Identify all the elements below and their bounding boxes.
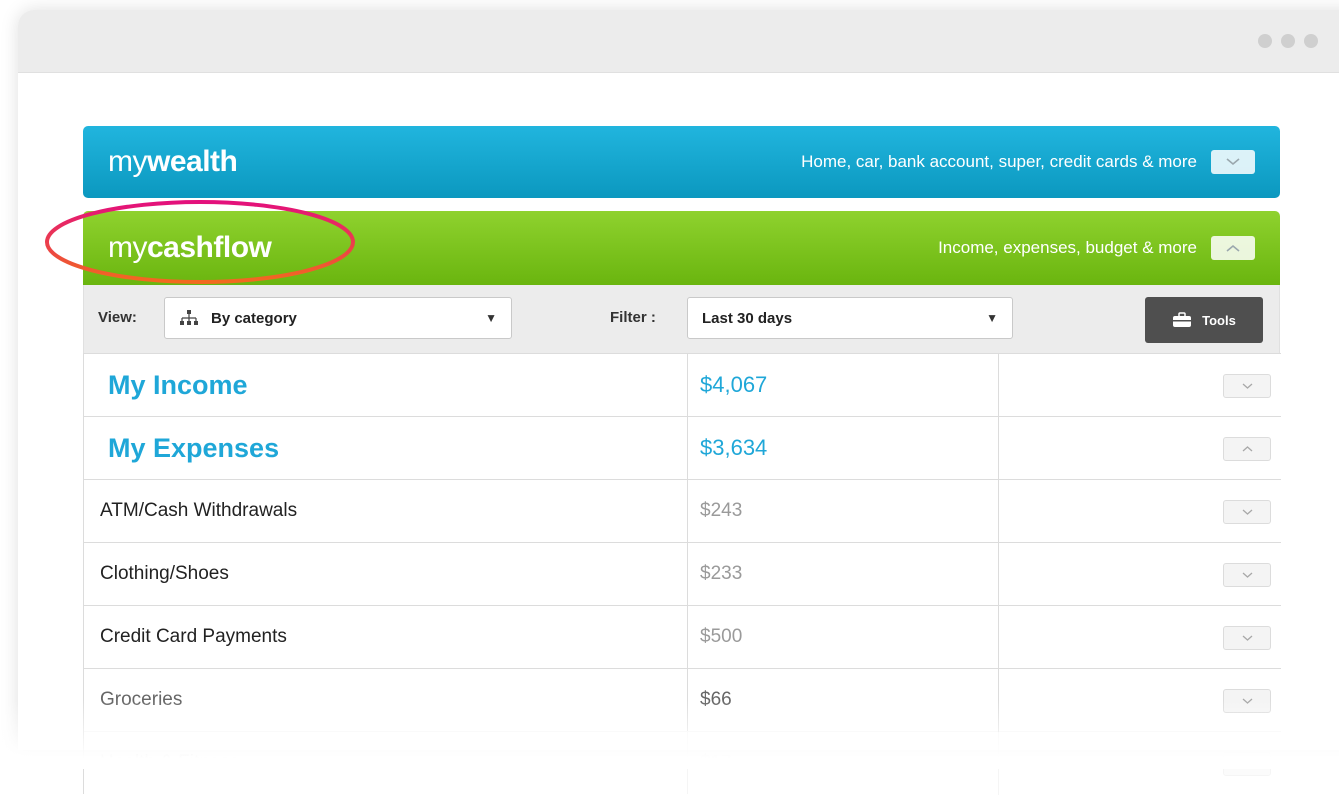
hierarchy-icon: [180, 310, 198, 325]
view-select[interactable]: By category ▼: [164, 297, 512, 339]
row-amount: $3,634: [687, 417, 767, 479]
row-expand-button[interactable]: [1223, 374, 1271, 398]
filter-select-value: Last 30 days: [702, 309, 793, 327]
row-name: Groceries: [100, 689, 183, 710]
tools-button-label: Tools: [1202, 312, 1236, 328]
row-name: Clothing/Shoes: [100, 563, 229, 584]
row-name: My Expenses: [108, 432, 280, 463]
caret-down-icon: ▼: [986, 311, 998, 325]
row-expand-button[interactable]: [1223, 563, 1271, 587]
table-row-expenses[interactable]: My Expenses $3,634: [84, 416, 1281, 480]
mycashflow-description: Income, expenses, budget & more: [938, 238, 1197, 257]
table-row[interactable]: Health & Fitness $17: [84, 731, 1281, 795]
dot-icon: [1258, 34, 1272, 48]
row-expand-button[interactable]: [1223, 689, 1271, 713]
filter-label: Filter :: [610, 309, 656, 326]
row-amount: $66: [687, 669, 732, 731]
chevron-down-icon: [1242, 698, 1252, 704]
mycashflow-collapse-button[interactable]: [1211, 236, 1255, 260]
chevron-up-icon: [1226, 244, 1240, 252]
table-row[interactable]: Clothing/Shoes $233: [84, 542, 1281, 606]
mywealth-logo: mywealth: [108, 145, 238, 179]
chevron-down-icon: [1242, 509, 1252, 515]
filter-select[interactable]: Last 30 days ▼: [687, 297, 1013, 339]
row-expand-button[interactable]: [1223, 500, 1271, 524]
window-dots: [1258, 34, 1318, 48]
table-row[interactable]: Credit Card Payments $500: [84, 605, 1281, 669]
caret-down-icon: ▼: [485, 311, 497, 325]
row-amount: $233: [687, 543, 742, 605]
table-row-income[interactable]: My Income $4,067: [84, 353, 1281, 417]
table-row[interactable]: ATM/Cash Withdrawals $243: [84, 479, 1281, 543]
row-amount: $500: [687, 606, 742, 668]
brand-suffix: cashflow: [147, 231, 272, 264]
view-label: View:: [98, 309, 137, 326]
row-amount: $17: [687, 732, 732, 794]
brand-prefix: my: [108, 145, 148, 178]
row-name: My Income: [108, 369, 248, 400]
chevron-down-icon: [1242, 572, 1252, 578]
dot-icon: [1304, 34, 1318, 48]
row-name: Health & Fitness: [100, 752, 240, 773]
brand-prefix: my: [108, 231, 148, 264]
chevron-down-icon: [1242, 635, 1252, 641]
dot-icon: [1281, 34, 1295, 48]
tools-button[interactable]: Tools: [1145, 297, 1263, 343]
row-expand-button[interactable]: [1223, 752, 1271, 776]
chevron-down-icon: [1242, 761, 1252, 767]
row-expand-button[interactable]: [1223, 626, 1271, 650]
cashflow-toolbar: View: By category ▼ Filter : Last 30 day…: [83, 285, 1280, 353]
row-name: ATM/Cash Withdrawals: [100, 500, 298, 521]
chevron-up-icon: [1242, 446, 1252, 452]
row-name: Credit Card Payments: [100, 626, 287, 647]
mywealth-panel-header[interactable]: mywealth Home, car, bank account, super,…: [83, 126, 1280, 198]
brand-suffix: wealth: [147, 145, 238, 178]
chevron-down-icon: [1242, 383, 1252, 389]
row-collapse-button[interactable]: [1223, 437, 1271, 461]
row-amount: $243: [687, 480, 742, 542]
cashflow-table: My Income $4,067 My Expenses $3,634 ATM/…: [83, 353, 1281, 795]
mywealth-expand-button[interactable]: [1211, 150, 1255, 174]
briefcase-icon: [1173, 312, 1192, 327]
view-select-value: By category: [211, 309, 297, 327]
window-titlebar: [18, 10, 1339, 73]
mywealth-description: Home, car, bank account, super, credit c…: [801, 152, 1197, 171]
row-amount: $4,067: [687, 354, 767, 416]
chevron-down-icon: [1226, 158, 1240, 166]
mycashflow-logo: mycashflow: [108, 231, 272, 265]
table-row[interactable]: Groceries $66: [84, 668, 1281, 732]
mycashflow-panel-header[interactable]: mycashflow Income, expenses, budget & mo…: [83, 211, 1280, 285]
